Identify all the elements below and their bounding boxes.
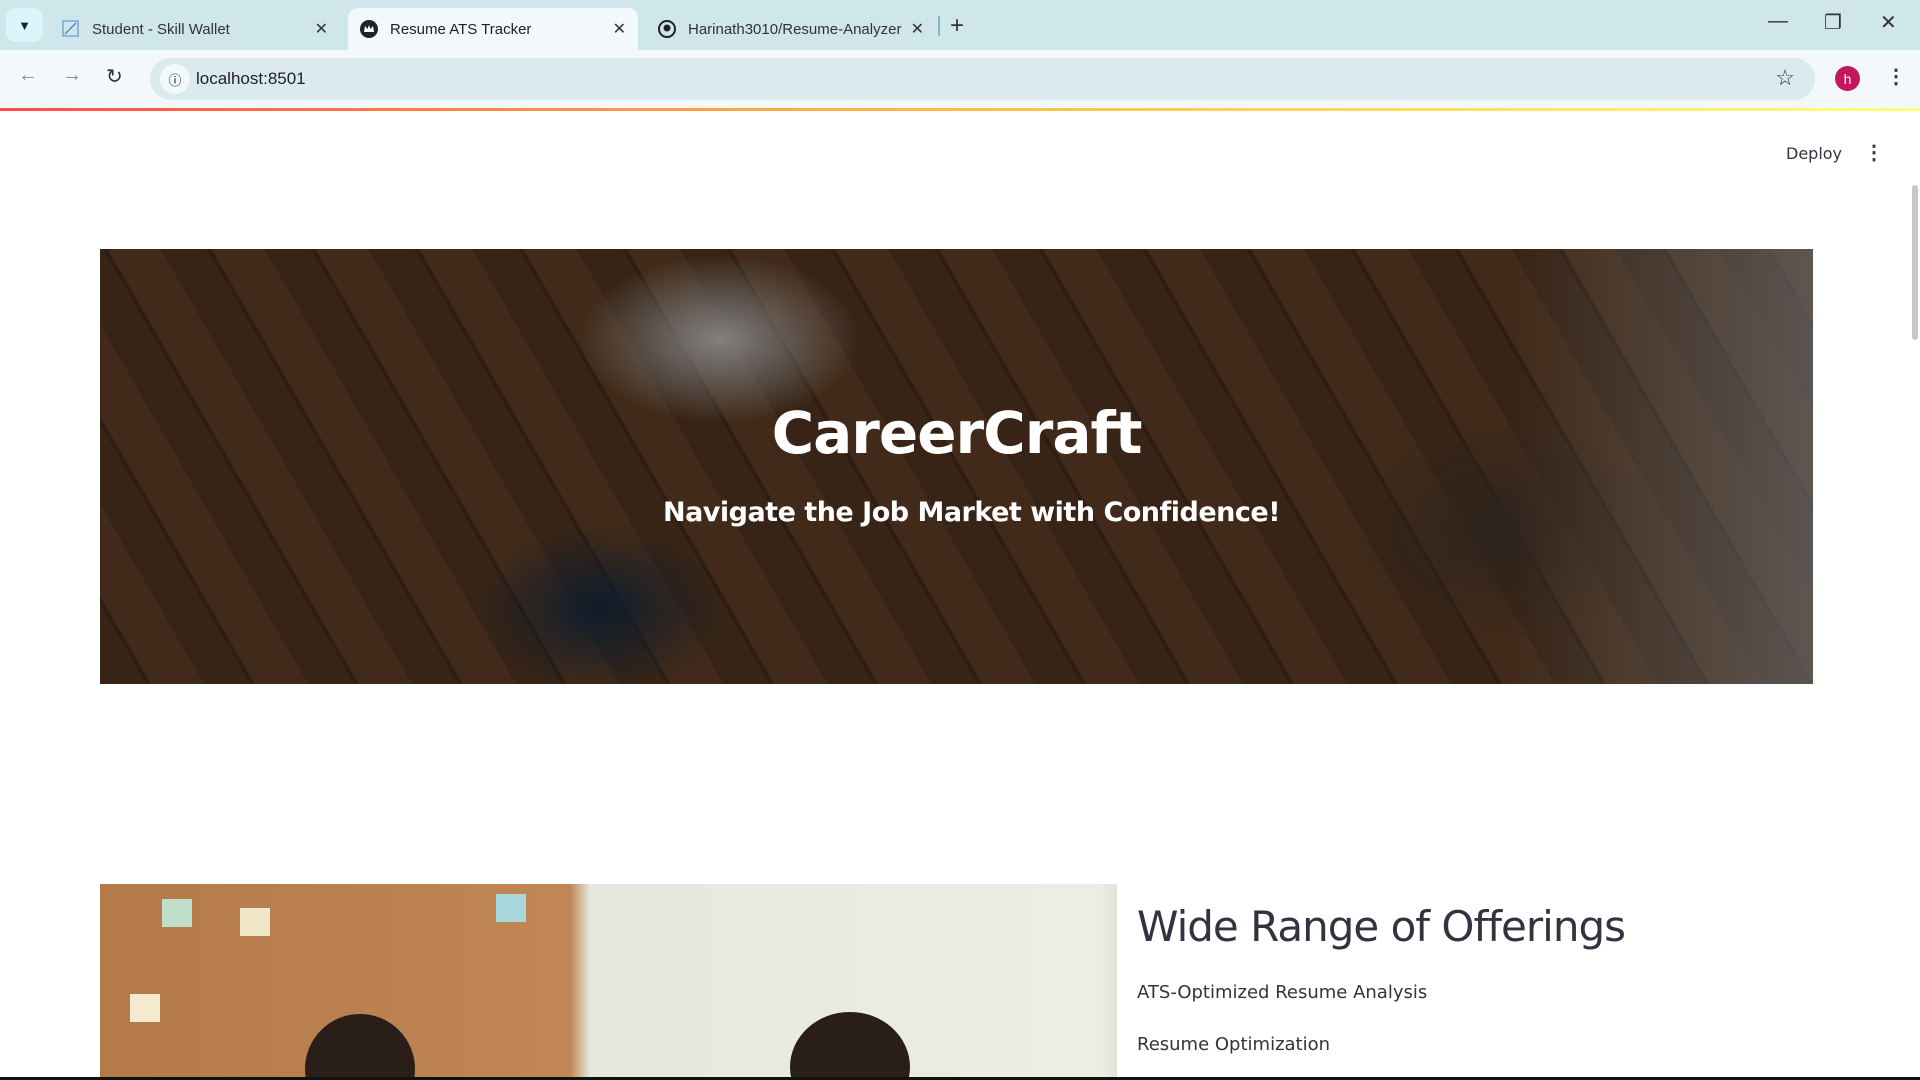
skill-wallet-icon xyxy=(62,20,80,38)
browser-toolbar: ← → ↻ ⓘ localhost:8501 ☆ h ⋮ xyxy=(0,50,1920,108)
hero-banner: CareerCraft Navigate the Job Market with… xyxy=(100,249,1813,684)
sticky-note xyxy=(240,908,270,936)
tab-separator xyxy=(938,16,940,36)
bookmark-star-icon[interactable]: ☆ xyxy=(1775,65,1795,91)
browser-menu-icon[interactable]: ⋮ xyxy=(1886,64,1906,89)
reload-icon[interactable]: ↻ xyxy=(106,64,123,89)
close-icon[interactable]: ✕ xyxy=(315,19,328,39)
minimize-icon[interactable]: — xyxy=(1768,10,1788,33)
site-info-icon[interactable]: ⓘ xyxy=(160,64,190,94)
sticky-note xyxy=(162,899,192,927)
browser-tab-bar: ▼ Student - Skill Wallet ✕ Resume ATS Tr… xyxy=(0,0,1920,50)
offering-item: ATS-Optimized Resume Analysis xyxy=(1137,982,1428,1003)
address-bar[interactable]: ⓘ localhost:8501 ☆ xyxy=(150,58,1815,100)
scrollbar[interactable] xyxy=(1912,185,1918,340)
tab-resume-ats-tracker[interactable]: Resume ATS Tracker ✕ xyxy=(348,8,638,50)
back-icon[interactable]: ← xyxy=(18,64,38,87)
sticky-note xyxy=(130,994,160,1022)
tab-student-skill-wallet[interactable]: Student - Skill Wallet ✕ xyxy=(50,8,340,50)
offerings-image xyxy=(100,884,1117,1080)
profile-avatar[interactable]: h xyxy=(1835,66,1860,91)
sticky-note xyxy=(496,894,526,922)
chevron-down-icon: ▼ xyxy=(18,17,31,33)
tab-github-resume-analyzer[interactable]: Harinath3010/Resume-Analyzer ✕ xyxy=(646,8,936,50)
app-menu-icon[interactable]: ⋮ xyxy=(1864,140,1884,165)
github-icon xyxy=(658,20,676,38)
hero-subtitle: Navigate the Job Market with Confidence! xyxy=(662,497,1281,528)
person-head xyxy=(305,1014,415,1080)
tab-search-button[interactable]: ▼ xyxy=(6,8,43,42)
close-window-icon[interactable]: ✕ xyxy=(1880,10,1897,35)
forward-icon[interactable]: → xyxy=(62,64,82,87)
close-icon[interactable]: ✕ xyxy=(911,19,924,39)
streamlit-top-decoration xyxy=(0,108,1920,111)
tab-title: Harinath3010/Resume-Analyzer xyxy=(688,20,902,38)
streamlit-crown-icon xyxy=(360,20,378,38)
new-tab-button[interactable]: + xyxy=(950,12,964,40)
url-text[interactable]: localhost:8501 xyxy=(196,69,306,89)
offering-item: Resume Optimization xyxy=(1137,1034,1331,1055)
tab-title: Resume ATS Tracker xyxy=(390,20,532,38)
person-head xyxy=(790,1012,910,1080)
close-icon[interactable]: ✕ xyxy=(613,19,626,39)
tab-title: Student - Skill Wallet xyxy=(92,20,230,38)
offerings-heading: Wide Range of Offerings xyxy=(1137,902,1626,951)
deploy-button[interactable]: Deploy xyxy=(1786,144,1842,163)
hero-title: CareerCraft xyxy=(771,399,1143,467)
restore-icon[interactable]: ❐ xyxy=(1824,10,1842,35)
